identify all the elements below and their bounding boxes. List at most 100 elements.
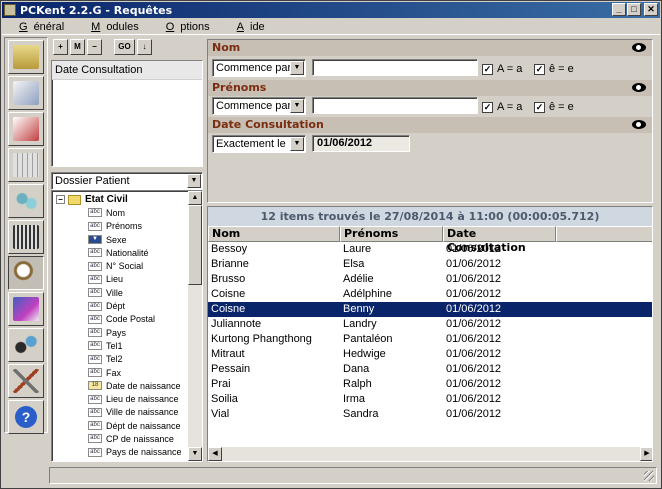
tree-item[interactable]: abc Fax: [56, 366, 202, 379]
minimize-button[interactable]: _: [612, 3, 626, 16]
eye-icon[interactable]: [632, 120, 646, 129]
table-row[interactable]: Mitraut Hedwige 01/06/2012: [208, 347, 652, 362]
table-row[interactable]: Brianne Elsa 01/06/2012: [208, 257, 652, 272]
source-combo[interactable]: Dossier Patient ▼: [51, 172, 203, 190]
column-header-prenoms[interactable]: Prénoms: [340, 226, 443, 242]
resize-grip-icon[interactable]: [644, 471, 654, 481]
tree-item[interactable]: abc Ville de naissance: [56, 406, 202, 419]
module-help-button[interactable]: ?: [8, 400, 44, 434]
prenoms-value-input[interactable]: [312, 97, 478, 114]
abc-icon: abc: [88, 328, 102, 338]
table-row[interactable]: Brusso Adélie 01/06/2012: [208, 272, 652, 287]
filter-nom-header: Nom: [208, 40, 652, 56]
menu-general[interactable]: Général: [8, 21, 69, 33]
selected-fields-list[interactable]: Date Consultation: [51, 60, 203, 167]
results-hscrollbar[interactable]: ◀ ▶: [208, 447, 652, 461]
menu-options[interactable]: Options: [155, 21, 215, 33]
module-settings-button[interactable]: [8, 364, 44, 398]
modify-field-button[interactable]: M: [70, 39, 85, 55]
column-header-date[interactable]: Date Consultation: [443, 226, 556, 254]
tree-item[interactable]: abc Pays: [56, 326, 202, 339]
tree-item[interactable]: ▼ Sexe: [56, 233, 202, 246]
tree-root-label: Etat Civil: [85, 194, 128, 206]
tree-item[interactable]: abc Nom: [56, 206, 202, 219]
module-book-button[interactable]: [8, 76, 44, 110]
tree-item[interactable]: abc Dépt: [56, 299, 202, 312]
date-operator-select[interactable]: Exactement le ▼: [212, 135, 306, 153]
abc-icon: abc: [88, 447, 102, 457]
scroll-up-arrow[interactable]: ▲: [188, 191, 202, 205]
date-value-input[interactable]: 01/06/2012: [312, 135, 410, 152]
tree-item[interactable]: abc Lieu de naissance: [56, 392, 202, 405]
tree-item[interactable]: abc Lieu: [56, 273, 202, 286]
eye-icon[interactable]: [632, 83, 646, 92]
tree-item[interactable]: abc Pays de naissance: [56, 446, 202, 459]
chevron-down-icon[interactable]: ▼: [290, 137, 304, 151]
remove-field-button[interactable]: −: [87, 39, 102, 55]
module-calendar-button[interactable]: [8, 148, 44, 182]
tree-item[interactable]: abc Tel1: [56, 339, 202, 352]
column-header-nom[interactable]: Nom: [208, 226, 340, 242]
filter-date-title: Date Consultation: [212, 118, 324, 131]
scroll-right-arrow[interactable]: ▶: [640, 447, 652, 461]
nom-case-checkbox[interactable]: ✓ A = a: [482, 63, 522, 75]
close-button[interactable]: ✕: [644, 3, 658, 16]
module-chart-button[interactable]: [8, 292, 44, 326]
chevron-down-icon[interactable]: ▼: [290, 99, 304, 113]
table-row[interactable]: Coisne Adélphine 01/06/2012: [208, 287, 652, 302]
nom-value-input[interactable]: [312, 59, 478, 76]
chevron-down-icon[interactable]: ▼: [187, 174, 201, 188]
table-row[interactable]: Soilia Irma 01/06/2012: [208, 392, 652, 407]
module-tools-button[interactable]: [8, 328, 44, 362]
scroll-left-arrow[interactable]: ◀: [208, 447, 222, 461]
tree-item[interactable]: abc N° Social: [56, 259, 202, 272]
filter-panel: Nom Commence par ▼ ✓ A = a ✓ ê = e Prénoms…: [207, 39, 653, 203]
table-row[interactable]: Vial Sandra 01/06/2012: [208, 407, 652, 422]
prenoms-case-label: A = a: [497, 101, 523, 113]
module-molecule-button[interactable]: [8, 184, 44, 218]
module-dictionary-button[interactable]: [8, 112, 44, 146]
add-field-button[interactable]: +: [53, 39, 68, 55]
tree-item[interactable]: abc Prénoms: [56, 220, 202, 233]
module-barcode-button[interactable]: [8, 220, 44, 254]
table-row[interactable]: Pessain Dana 01/06/2012: [208, 362, 652, 377]
scroll-thumb[interactable]: [188, 205, 202, 285]
selected-field-item[interactable]: Date Consultation: [52, 61, 202, 80]
table-row[interactable]: Kurtong Phangthong Pantaléon 01/06/2012: [208, 332, 652, 347]
tree-item[interactable]: 18 Date de naissance: [56, 379, 202, 392]
nom-operator-select[interactable]: Commence par ▼: [212, 59, 306, 77]
cell-nom: Bessoy: [211, 243, 248, 255]
calendar-icon: 18: [88, 381, 102, 391]
tree-item[interactable]: abc Code Postal: [56, 313, 202, 326]
tree-item[interactable]: abc Ville: [56, 286, 202, 299]
prenoms-accent-checkbox[interactable]: ✓ ê = e: [534, 101, 574, 113]
scroll-down-arrow[interactable]: ▼: [188, 447, 202, 461]
eye-icon[interactable]: [632, 43, 646, 52]
collapse-icon[interactable]: −: [56, 195, 65, 205]
go-down-button[interactable]: ↓: [137, 39, 152, 55]
table-row[interactable]: Prai Ralph 01/06/2012: [208, 377, 652, 392]
tree-root[interactable]: − Etat Civil: [56, 193, 202, 206]
prenoms-accent-label: ê = e: [549, 101, 574, 113]
nom-accent-checkbox[interactable]: ✓ ê = e: [534, 63, 574, 75]
prenoms-case-checkbox[interactable]: ✓ A = a: [482, 101, 522, 113]
prenoms-operator-select[interactable]: Commence par ▼: [212, 97, 306, 115]
menu-aide[interactable]: Aide: [226, 21, 270, 33]
tree-item[interactable]: abc Dépt de naissance: [56, 419, 202, 432]
chevron-down-icon[interactable]: ▼: [290, 61, 304, 75]
tree-item[interactable]: abc Nationalité: [56, 246, 202, 259]
module-search-button[interactable]: [8, 256, 44, 290]
cell-nom: Mitraut: [211, 348, 245, 360]
go-button[interactable]: GO: [114, 39, 135, 55]
tree-item[interactable]: abc CP de naissance: [56, 432, 202, 445]
table-row[interactable]: Bessoy Laure 01/06/2012: [208, 242, 652, 257]
table-row[interactable]: Juliannote Landry 01/06/2012: [208, 317, 652, 332]
table-row[interactable]: Coisne Benny 01/06/2012: [208, 302, 652, 317]
maximize-button[interactable]: □: [627, 3, 641, 16]
tree-item-label: Lieu: [106, 274, 124, 285]
module-folder-button[interactable]: [8, 40, 44, 74]
tree-item[interactable]: abc Tel2: [56, 353, 202, 366]
menu-modules[interactable]: Modules: [80, 21, 144, 33]
checkbox-checked-icon: ✓: [534, 63, 545, 75]
tree-scrollbar[interactable]: ▲ ▼: [188, 191, 202, 461]
